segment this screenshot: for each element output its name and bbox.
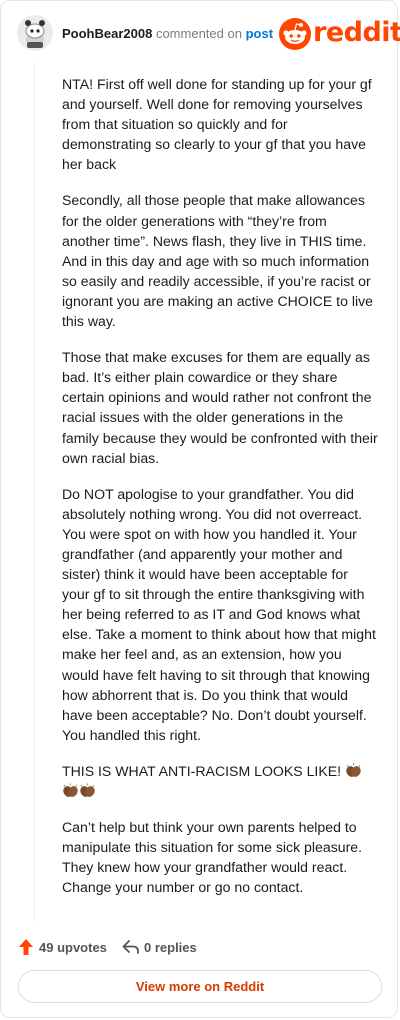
comment-body: NTA! First off well done for standing up… bbox=[62, 74, 378, 913]
comment-paragraph: Can’t help but think your own parents he… bbox=[62, 819, 363, 896]
post-link[interactable]: post bbox=[246, 26, 273, 41]
username-link[interactable]: PoohBear2008 bbox=[62, 26, 152, 41]
comment-paragraph: NTA! First off well done for standing up… bbox=[62, 76, 372, 173]
reddit-logo[interactable]: reddit bbox=[279, 17, 400, 50]
clapping-hands-icon bbox=[79, 783, 96, 798]
comment-paragraph: Those that make excuses for them are equ… bbox=[62, 349, 378, 466]
reddit-wordmark: reddit bbox=[313, 17, 400, 48]
view-more-button[interactable]: View more on Reddit bbox=[18, 970, 382, 1003]
upvote-arrow-icon[interactable] bbox=[18, 938, 34, 959]
clapping-hands-icon bbox=[345, 763, 362, 778]
reply-arrow-icon[interactable] bbox=[122, 939, 140, 958]
commented-on-label: commented on bbox=[155, 26, 242, 41]
reddit-snoo-icon bbox=[279, 18, 311, 50]
snoo-avatar-icon bbox=[17, 15, 53, 51]
clapping-hands-icon bbox=[62, 783, 79, 798]
comment-card: PoohBear2008 commented on post reddit NT… bbox=[0, 0, 400, 1018]
comment-paragraph: Do NOT apologise to your grandfather. Yo… bbox=[62, 485, 376, 743]
comment-paragraph-text: THIS IS WHAT ANTI-RACISM LOOKS LIKE! bbox=[62, 762, 342, 779]
comment-actions: 49 upvotes 0 replies bbox=[18, 938, 378, 958]
upvote-count: 49 upvotes bbox=[39, 940, 107, 955]
reply-count: 0 replies bbox=[144, 940, 197, 955]
comment-meta: PoohBear2008 commented on post bbox=[62, 26, 273, 41]
comment-header: PoohBear2008 commented on post reddit bbox=[17, 15, 400, 55]
avatar[interactable] bbox=[17, 15, 53, 51]
thread-line bbox=[34, 63, 35, 921]
comment-paragraph: Secondly, all those people that make all… bbox=[62, 192, 373, 330]
comment-paragraph-emoji: THIS IS WHAT ANTI-RACISM LOOKS LIKE! bbox=[62, 761, 378, 801]
